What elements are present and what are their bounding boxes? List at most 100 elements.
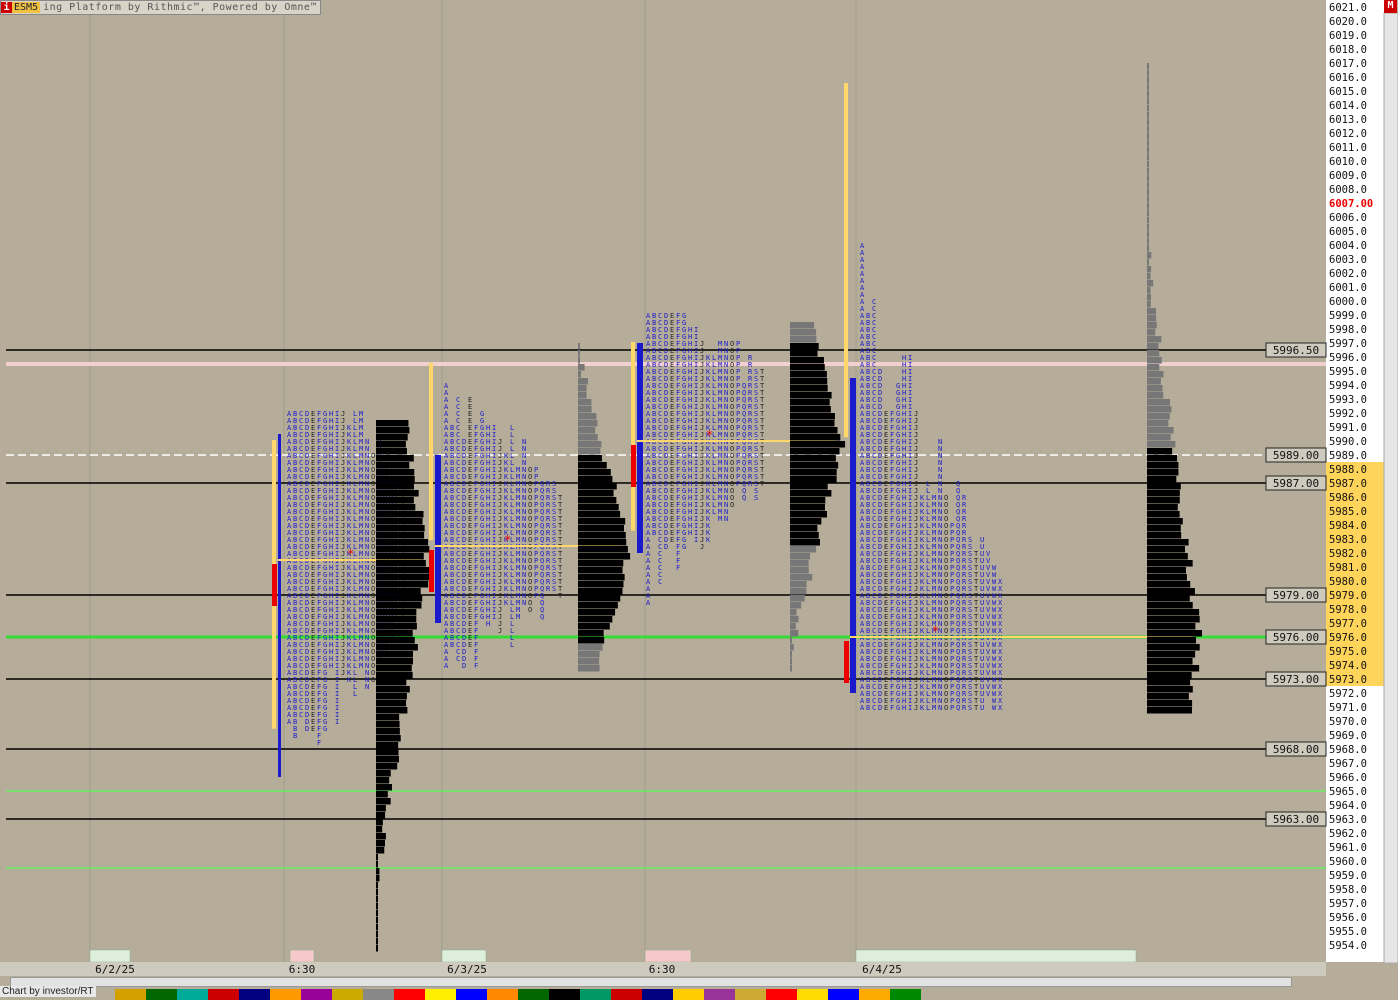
volume-bar (790, 504, 825, 511)
volume-bar (376, 448, 407, 455)
volume-bar (578, 504, 619, 511)
volume-bar (1147, 497, 1180, 504)
volume-bar (376, 931, 378, 938)
volume-bar (376, 602, 422, 609)
volume-bar (376, 791, 388, 798)
volume-bar (376, 700, 407, 707)
tpo-letter: S (552, 585, 556, 593)
price-tick-label: 6010.0 (1329, 156, 1367, 168)
volume-bar (1147, 483, 1181, 490)
opening-range-bar (429, 550, 434, 592)
volume-bar (1147, 364, 1160, 371)
volume-bar (578, 616, 613, 623)
volume-bar (376, 574, 430, 581)
volume-bar (578, 427, 596, 434)
volume-bar (790, 490, 832, 497)
volume-bar (1147, 287, 1151, 294)
ib-range-bar (850, 378, 856, 693)
price-tick-label: 5969.0 (1329, 730, 1367, 742)
volume-bar (1147, 371, 1164, 378)
volume-bar (1147, 154, 1149, 161)
price-tick-label: 5985.0 (1329, 506, 1367, 518)
volume-bar (1147, 406, 1172, 413)
volume-bar (1147, 343, 1159, 350)
volume-bar (1147, 161, 1149, 168)
volume-bar (1147, 532, 1182, 539)
volume-bar (1147, 231, 1149, 238)
volume-bar (790, 434, 841, 441)
tpo-letter: U (980, 704, 984, 712)
volume-bar (790, 560, 809, 567)
volume-block (441, 949, 487, 963)
color-swatch (828, 989, 859, 1000)
tpo-letter: F (317, 739, 321, 747)
tpo-letter: O (371, 676, 375, 684)
volume-bar (376, 665, 412, 672)
color-swatch (177, 989, 208, 1000)
volume-bar (376, 455, 414, 462)
tpo-letter: J (700, 543, 704, 551)
volume-bar (578, 343, 580, 350)
volume-bar (1147, 294, 1152, 301)
volume-bar (1147, 189, 1149, 196)
volume-bar (376, 490, 419, 497)
market-profile-chart: AAAAAAAAAAAAAAAAAAAAAAAAAAAAAAAAAAAAAAAA… (0, 0, 1398, 1000)
volume-bar (790, 630, 799, 637)
tpo-letter: F (676, 564, 680, 572)
price-tick-label: 5968.0 (1329, 744, 1367, 756)
volume-bar (790, 518, 822, 525)
volume-bar (578, 532, 626, 539)
volume-bar (1147, 588, 1195, 595)
volume-bar (1147, 301, 1151, 308)
ib-range-bar (637, 343, 643, 553)
tpo-letter: D (878, 704, 882, 712)
plot-area (0, 0, 1326, 962)
tpo-letter: C (299, 711, 303, 719)
color-swatch (611, 989, 642, 1000)
tpo-letter: C (872, 704, 876, 712)
price-tick-label: 5961.0 (1329, 842, 1367, 854)
volume-bar (1147, 112, 1149, 119)
volume-bar (790, 371, 827, 378)
volume-bar (1147, 399, 1170, 406)
tpo-letter: I (492, 613, 496, 621)
volume-bar (376, 854, 378, 861)
reference-line-label: 5973.00 (1273, 673, 1319, 686)
price-tick-label: 5984.0 (1329, 520, 1367, 532)
volume-bar (1147, 98, 1149, 105)
volume-bar (790, 644, 794, 651)
volume-bar (790, 350, 818, 357)
volume-bar (1147, 336, 1162, 343)
volume-bar (1147, 105, 1149, 112)
opening-range-bar (272, 564, 277, 606)
volume-bar (790, 392, 832, 399)
reference-line-label: 5996.50 (1273, 344, 1319, 357)
volume-bar (376, 644, 418, 651)
info-badge[interactable]: i (1, 2, 12, 13)
price-tick-label: 5990.0 (1329, 436, 1367, 448)
volume-bar (1147, 525, 1181, 532)
volume-bar (790, 364, 825, 371)
symbol-label[interactable]: ESM5 (12, 2, 41, 13)
volume-bar (1147, 630, 1203, 637)
volume-bar (1147, 357, 1162, 364)
volume-bar (376, 784, 392, 791)
volume-bar (790, 553, 811, 560)
volume-bar (376, 889, 378, 896)
volume-bar (1147, 273, 1151, 280)
horizontal-scrollbar[interactable] (10, 977, 1292, 987)
title-bar: i ESM5 ing Platform by Rithmic™, Powered… (0, 0, 321, 15)
volume-bar (790, 343, 819, 350)
volume-bar (1147, 196, 1149, 203)
tpo-letter: M (359, 662, 363, 670)
volume-bar (790, 357, 824, 364)
volume-bar (578, 574, 625, 581)
volume-bar (578, 364, 585, 371)
menu-button[interactable]: M (1384, 0, 1397, 13)
price-tick-label: 6019.0 (1329, 30, 1367, 42)
volume-bar (1147, 539, 1189, 546)
tpo-letter: B (866, 704, 870, 712)
color-swatch (487, 989, 518, 1000)
color-swatch (766, 989, 797, 1000)
volume-bar (790, 483, 828, 490)
